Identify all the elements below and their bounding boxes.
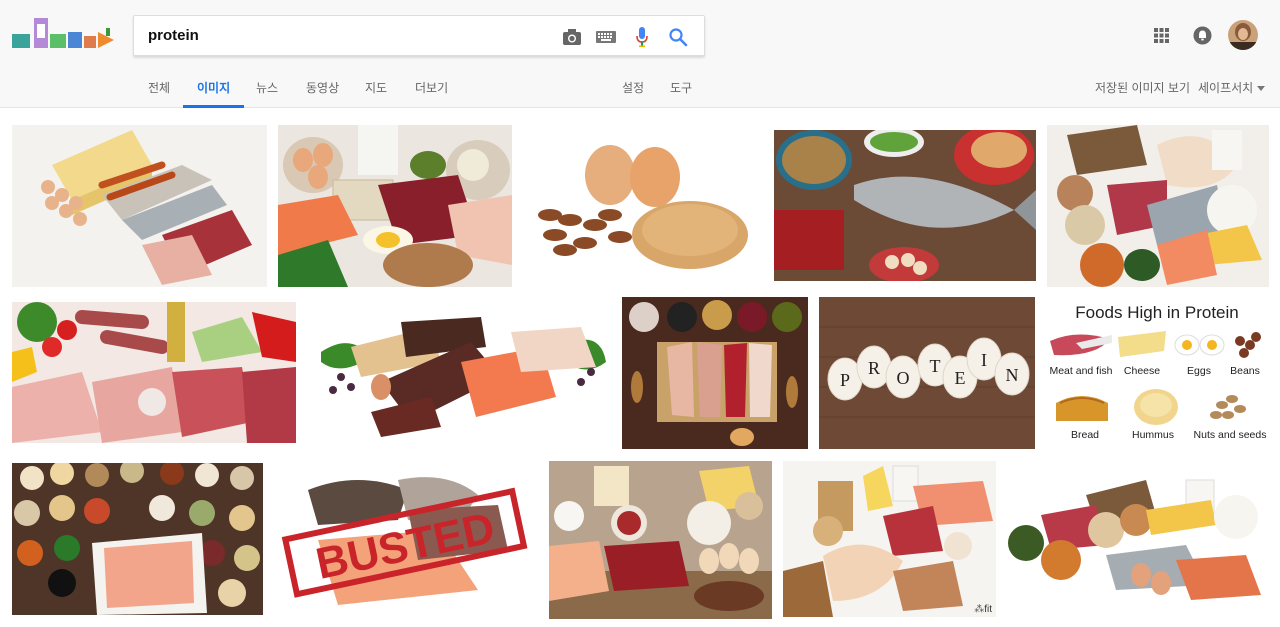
image-result-2[interactable] [278, 125, 512, 287]
image-result-8[interactable] [622, 297, 808, 449]
egg-letter: I [981, 350, 987, 370]
search-box [133, 15, 705, 56]
watermark: ⁂fit [974, 604, 992, 615]
image-result-1[interactable] [12, 125, 267, 287]
food-label: Beans [1230, 365, 1260, 377]
food-label: Hummus [1131, 429, 1174, 441]
safesearch-dropdown[interactable]: 세이프서치 [1198, 79, 1265, 108]
search-icon[interactable] [666, 25, 690, 49]
image-result-15[interactable] [1006, 475, 1269, 616]
image-result-12[interactable]: BUSTED [278, 470, 528, 605]
tabs-bar: 전체 이미지 뉴스 동영상 지도 더보기 설정 도구 저장된 이미지 보기 세이… [0, 68, 1280, 108]
egg-letter: T [930, 356, 941, 376]
image-result-9[interactable]: P R O T E I N [819, 297, 1035, 449]
image-result-7[interactable] [311, 302, 607, 443]
tab-settings[interactable]: 설정 [622, 79, 644, 108]
mic-icon[interactable] [630, 25, 654, 49]
tab-all[interactable]: 전체 [148, 79, 170, 108]
egg-letter: R [868, 358, 880, 378]
image-result-13[interactable] [549, 461, 772, 619]
google-doodle-logo[interactable] [10, 14, 118, 54]
header: 전체 이미지 뉴스 동영상 지도 더보기 설정 도구 저장된 이미지 보기 세이… [0, 0, 1280, 108]
image-result-5[interactable] [1047, 125, 1269, 287]
egg-letter: O [897, 368, 910, 388]
tab-more[interactable]: 더보기 [415, 79, 448, 108]
egg-letter: E [955, 368, 966, 388]
safesearch-label: 세이프서치 [1198, 81, 1254, 95]
food-label: Nuts and seeds [1193, 429, 1267, 441]
tab-maps[interactable]: 지도 [365, 79, 387, 108]
image-result-3[interactable] [525, 125, 762, 287]
egg-letter: P [840, 370, 850, 390]
tab-news[interactable]: 뉴스 [256, 79, 278, 108]
notifications-icon[interactable] [1193, 26, 1212, 50]
food-label: Meat and fish [1049, 365, 1113, 377]
foods-high-in-protein-title: Foods High in Protein [1075, 303, 1239, 322]
chevron-down-icon [1256, 86, 1265, 92]
image-result-11[interactable] [12, 463, 263, 615]
tab-videos[interactable]: 동영상 [306, 79, 339, 108]
image-result-10[interactable]: Foods High in Protein Meat and fish Chee… [1046, 295, 1268, 447]
tab-images[interactable]: 이미지 [183, 79, 245, 108]
search-input[interactable] [148, 27, 528, 44]
egg-letter: N [1006, 365, 1019, 385]
image-result-6[interactable] [12, 302, 296, 443]
keyboard-icon[interactable] [594, 25, 618, 49]
image-result-14[interactable]: ⁂fit [783, 461, 996, 617]
apps-grid-icon[interactable] [1154, 28, 1169, 48]
camera-icon[interactable] [560, 25, 584, 49]
avatar[interactable] [1228, 20, 1258, 55]
image-result-4[interactable] [774, 130, 1036, 281]
saved-images-link[interactable]: 저장된 이미지 보기 [1095, 79, 1190, 108]
tab-tools[interactable]: 도구 [670, 79, 692, 108]
food-label: Bread [1070, 429, 1100, 441]
